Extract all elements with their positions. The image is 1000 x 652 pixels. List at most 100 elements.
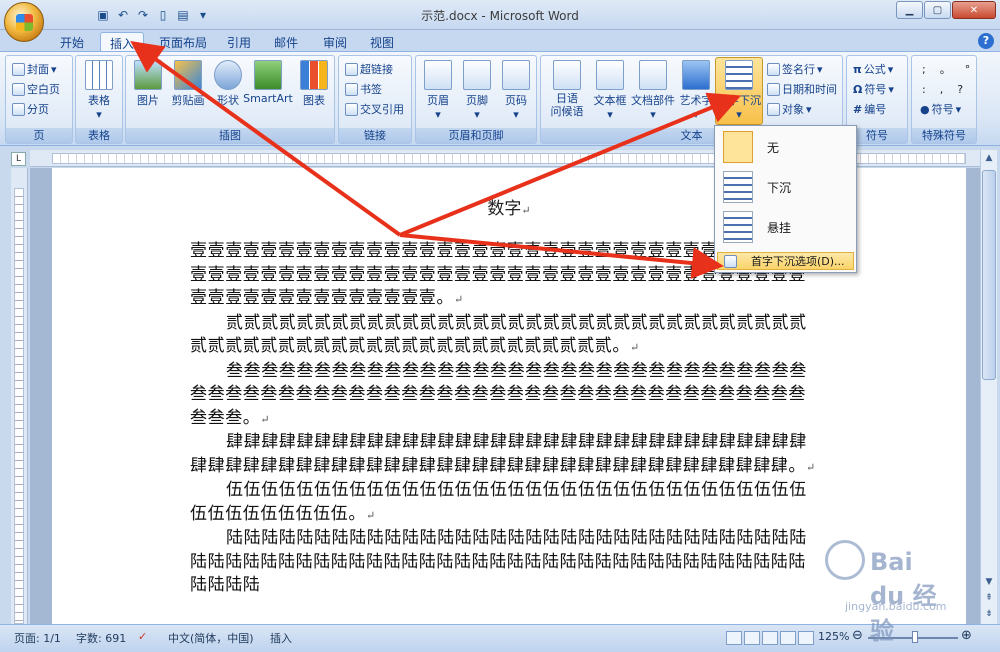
scroll-down-icon[interactable]: ▼: [982, 574, 996, 590]
chart-button[interactable]: 图表: [292, 58, 336, 122]
dropcap-dropped-item[interactable]: 下沉: [717, 168, 854, 206]
object-icon: [767, 102, 780, 116]
cover-page-button[interactable]: 封面 ▾: [12, 60, 57, 78]
dropcap-margin-label: 悬挂: [767, 220, 792, 235]
table-label: 表格: [88, 94, 110, 107]
quick-parts-button[interactable]: 文档部件 ▾: [628, 58, 678, 122]
page-number-button[interactable]: 页码 ▾: [494, 58, 538, 122]
previous-page-icon[interactable]: ⇞: [982, 590, 996, 606]
signature-line-button[interactable]: 签名行 ▾: [767, 60, 823, 78]
help-icon[interactable]: ?: [978, 33, 994, 49]
footer-button[interactable]: 页脚 ▾: [455, 58, 499, 122]
dropcap-options-item[interactable]: 首字下沉选项(D)...: [717, 252, 854, 270]
object-label: 对象: [782, 103, 804, 116]
paragraph-2: 贰贰贰贰贰贰贰贰贰贰贰贰贰贰贰贰贰贰贰贰贰贰贰贰贰贰贰贰贰贰贰贰贰贰贰贰贰贰贰贰…: [190, 312, 818, 360]
dropcap-options-label: 首字下沉选项(D)...: [751, 255, 845, 268]
equation-button[interactable]: π 公式 ▾: [853, 60, 893, 78]
glyph-question[interactable]: ?: [957, 83, 963, 96]
wordart-button[interactable]: 艺术字 ▾: [674, 58, 718, 122]
numbering-icon: #: [853, 102, 863, 116]
dropcap-none-icon: [723, 131, 753, 163]
group-links-label: 链接: [339, 128, 411, 143]
header-button[interactable]: 页眉 ▾: [416, 58, 460, 122]
paragraph-mark: ↵: [454, 293, 464, 306]
language-status[interactable]: 中文(简体，中国): [168, 630, 254, 646]
heading-text: 数字: [487, 199, 522, 219]
tab-page-layout[interactable]: 页面布局: [150, 32, 216, 52]
outline-view-icon[interactable]: [780, 631, 796, 645]
hyperlink-button[interactable]: 超链接: [345, 60, 393, 78]
paragraph-3-text: 叁叁叁叁叁叁叁叁叁叁叁叁叁叁叁叁叁叁叁叁叁叁叁叁叁叁叁叁叁叁叁叁叁叁叁叁叁叁叁叁…: [190, 360, 807, 428]
blank-page-button[interactable]: 空白页: [12, 80, 60, 98]
table-button[interactable]: 表格 ▾: [77, 58, 121, 122]
numbering-button[interactable]: # 编号: [853, 100, 886, 118]
dropcap-none-label: 无: [767, 140, 780, 155]
signature-line-label: 签名行: [782, 63, 815, 76]
tab-review[interactable]: 审阅: [314, 32, 356, 52]
page-break-button[interactable]: 分页: [12, 100, 49, 118]
zoom-level[interactable]: 125%: [818, 630, 849, 643]
quick-parts-icon: [639, 60, 667, 90]
equation-label: 公式: [863, 63, 886, 76]
print-layout-view-icon[interactable]: [726, 631, 742, 645]
maximize-button[interactable]: ▢: [924, 1, 951, 19]
tab-insert[interactable]: 插入: [100, 32, 145, 52]
textbox-button[interactable]: 文本框 ▾: [588, 58, 632, 122]
glyph-period[interactable]: 。: [940, 61, 951, 77]
bookmark-button[interactable]: 书签: [345, 80, 382, 98]
picture-button[interactable]: 图片: [126, 58, 170, 122]
close-button[interactable]: ✕: [952, 1, 996, 19]
dropcap-dropped-label: 下沉: [767, 180, 792, 195]
office-button[interactable]: [4, 2, 44, 42]
tab-selector[interactable]: L: [11, 152, 26, 166]
next-page-icon[interactable]: ⇟: [982, 606, 996, 622]
group-illustrations-label: 插图: [126, 128, 334, 143]
tab-mailings[interactable]: 邮件: [265, 32, 307, 52]
tab-references[interactable]: 引用: [218, 32, 260, 52]
window-controls: ▁ ▢ ✕: [896, 1, 996, 19]
table-icon: [85, 60, 113, 90]
clipart-button[interactable]: 剪贴画: [166, 58, 210, 122]
zoom-in-icon[interactable]: ⊕: [961, 628, 972, 643]
proofing-icon[interactable]: ✓: [138, 630, 147, 643]
clipart-label: 剪贴画: [171, 94, 205, 107]
insert-mode-status[interactable]: 插入: [270, 630, 292, 646]
numbering-label: 编号: [864, 103, 887, 116]
special-symbol-button[interactable]: ● 符号 ▾: [920, 100, 961, 118]
dropcap-button[interactable]: 首字下沉 ▾: [715, 57, 763, 125]
full-screen-reading-view-icon[interactable]: [744, 631, 760, 645]
pi-icon: π: [853, 62, 862, 76]
scroll-up-icon[interactable]: ▲: [982, 150, 996, 166]
word-count[interactable]: 字数: 691: [76, 630, 126, 646]
office-logo-icon: [16, 14, 33, 31]
smartart-button[interactable]: SmartArt: [240, 58, 296, 122]
paragraph-mark: ↵: [806, 460, 816, 474]
vertical-scrollbar[interactable]: ▲ ▼ ⇞ ⇟: [980, 150, 997, 624]
cover-page-label: 封面: [27, 63, 49, 76]
glyph-comma[interactable]: ,: [940, 83, 944, 96]
page-count[interactable]: 页面: 1/1: [14, 630, 61, 646]
wordart-label: 艺术字: [679, 94, 713, 107]
object-button[interactable]: 对象 ▾: [767, 100, 812, 118]
dropcap-none-item[interactable]: 无: [717, 128, 854, 166]
zoom-slider-thumb[interactable]: [912, 631, 918, 643]
cover-page-icon: [12, 62, 25, 76]
glyph-semicolon[interactable]: ;: [922, 63, 926, 76]
status-bar: 页面: 1/1 字数: 691 ✓ 中文(简体，中国) 插入 125% ⊖ ⊕: [0, 624, 1000, 652]
date-time-button[interactable]: 日期和时间: [767, 80, 837, 98]
zoom-out-icon[interactable]: ⊖: [852, 628, 863, 643]
dropcap-options-icon: [724, 254, 737, 268]
draft-view-icon[interactable]: [798, 631, 814, 645]
scroll-thumb[interactable]: [982, 170, 996, 380]
minimize-button[interactable]: ▁: [896, 1, 923, 19]
group-header-footer: 页眉 ▾ 页脚 ▾ 页码 ▾ 页眉和页脚: [415, 55, 537, 144]
cross-reference-button[interactable]: 交叉引用: [345, 100, 404, 118]
dropcap-dropped-icon: [723, 171, 753, 203]
dropcap-margin-item[interactable]: 悬挂: [717, 208, 854, 246]
tab-view[interactable]: 视图: [361, 32, 403, 52]
tab-home[interactable]: 开始: [51, 32, 93, 52]
vertical-ruler[interactable]: [11, 168, 28, 624]
web-layout-view-icon[interactable]: [762, 631, 778, 645]
japanese-greeting-button[interactable]: 日语 问候语: [543, 58, 591, 122]
symbol-button[interactable]: Ω 符号 ▾: [853, 80, 894, 98]
